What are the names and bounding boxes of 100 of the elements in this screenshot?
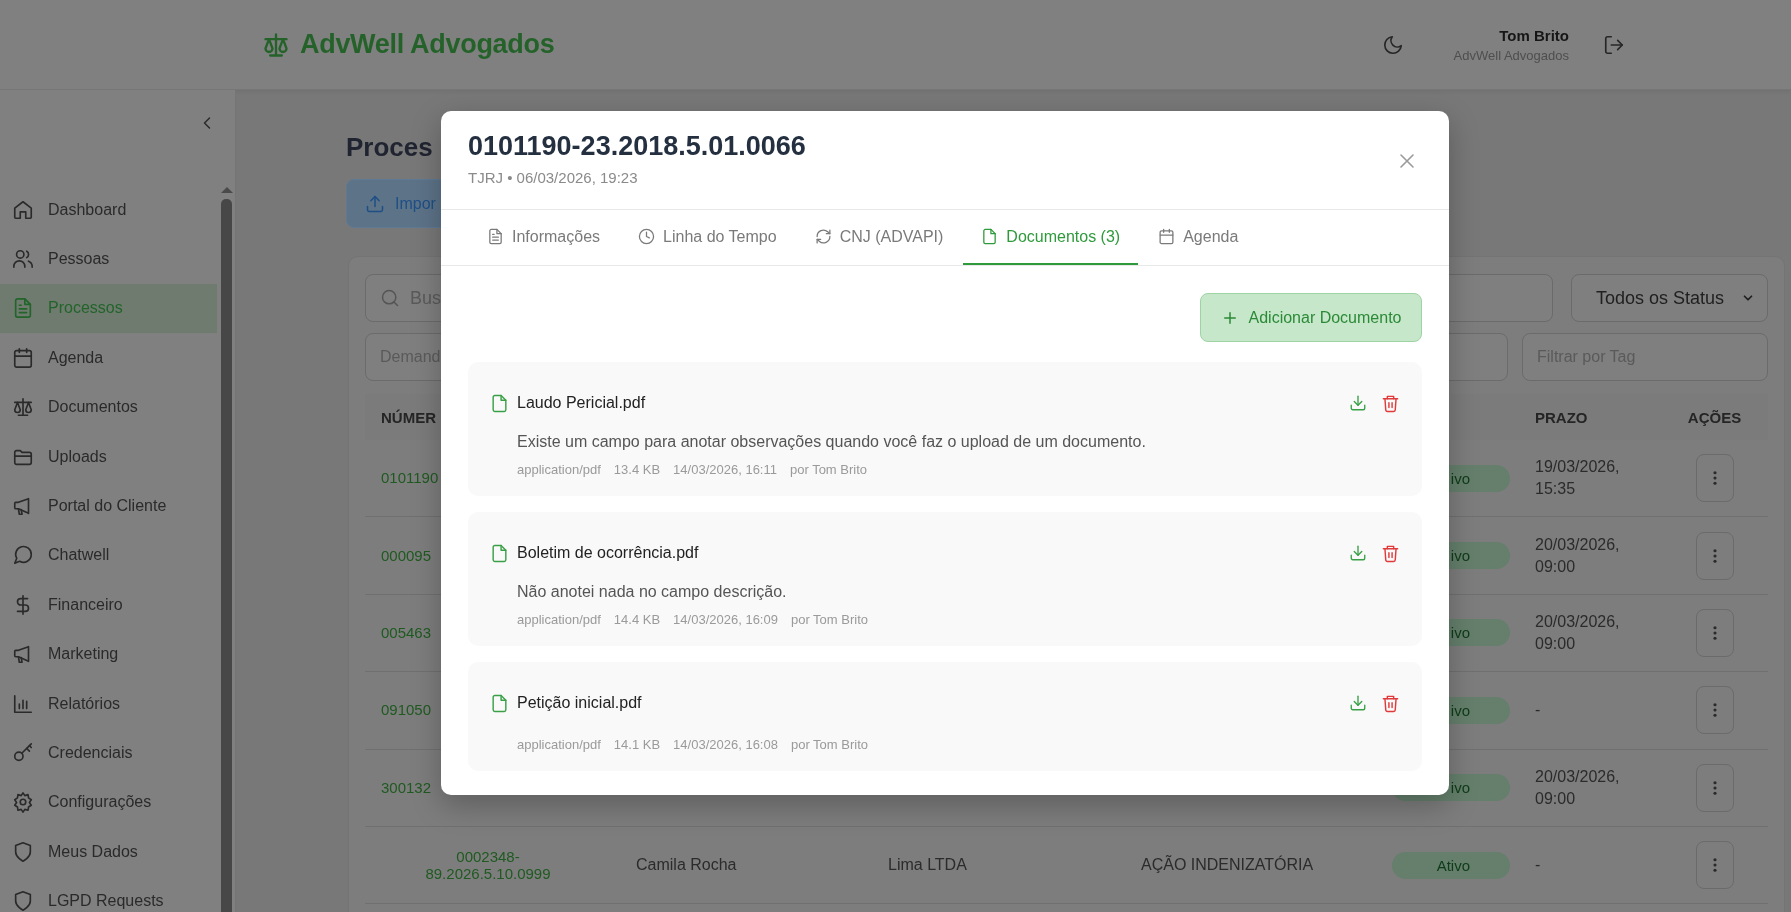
search-icon xyxy=(380,288,400,308)
gear-icon xyxy=(12,791,34,814)
delete-button[interactable] xyxy=(1381,393,1400,413)
document-icon xyxy=(12,297,34,320)
delete-button[interactable] xyxy=(1381,543,1400,563)
sidebar-item[interactable]: Relatórios xyxy=(0,678,217,729)
sidebar-item[interactable]: Dashboard xyxy=(0,185,217,235)
trash-icon xyxy=(1381,693,1400,713)
scrollbar[interactable] xyxy=(221,187,232,912)
column-header: PRAZO xyxy=(1534,408,1589,426)
document-date: 14/03/2026, 16:08 xyxy=(673,736,778,754)
table-cell-text: 19/03/2026, 15:35 xyxy=(1535,457,1621,500)
tab[interactable]: Linha do Tempo xyxy=(620,210,795,265)
logout-icon xyxy=(1603,33,1625,56)
sidebar-item[interactable]: Documentos xyxy=(0,382,217,432)
document-author: por Tom Brito xyxy=(789,461,868,479)
dialog-title: 0101190-23.2018.5.01.0066 xyxy=(468,130,806,163)
table-cell-text: Lima LTDA xyxy=(888,855,968,876)
more-icon xyxy=(1712,471,1717,486)
document-description: Existe um campo para anotar observações quando você faz o upload de um documento. xyxy=(517,432,1147,452)
column-header: NÚMER xyxy=(380,408,437,426)
document-name: Boletim de ocorrência.pdf xyxy=(517,544,700,562)
file-icon xyxy=(490,693,509,713)
file-icon xyxy=(981,228,999,245)
sidebar-item[interactable]: Portal do Cliente xyxy=(0,481,217,531)
tab[interactable]: Agenda xyxy=(1140,210,1257,265)
table-cell-text: 20/03/2026, 09:00 xyxy=(1535,534,1621,577)
upload-icon xyxy=(365,193,385,214)
download-button[interactable] xyxy=(1349,543,1367,563)
download-button[interactable] xyxy=(1349,693,1367,713)
sidebar-item[interactable]: Pessoas xyxy=(0,234,217,284)
table-cell-text: AÇÃO INDENIZATÓRIA xyxy=(1141,854,1315,876)
calendar-icon xyxy=(12,346,34,369)
document-description: Não anotei nada no campo descrição. xyxy=(517,582,788,602)
more-icon xyxy=(1712,858,1717,873)
document-author: por Tom Brito xyxy=(790,611,868,629)
table-cell-text: - xyxy=(1535,700,1542,721)
status-badge: Ativo xyxy=(1392,851,1510,879)
brand-name: AdvWell Advogados xyxy=(300,29,555,60)
table-cell-text: - xyxy=(1535,855,1542,876)
status-select[interactable]: Todos os Status xyxy=(1571,274,1768,322)
more-icon xyxy=(1712,625,1717,640)
sidebar-item[interactable]: Credenciais xyxy=(0,728,217,778)
document-name: Petição inicial.pdf xyxy=(517,694,643,712)
download-icon xyxy=(1349,693,1367,712)
trash-icon xyxy=(1381,393,1400,413)
tab[interactable]: CNJ (ADVAPI) xyxy=(796,210,962,265)
logout-button[interactable] xyxy=(1603,33,1625,56)
delete-button[interactable] xyxy=(1381,693,1400,713)
bar-chart-icon xyxy=(12,692,34,715)
document-icon xyxy=(487,228,504,245)
sidebar-item[interactable]: Agenda xyxy=(0,333,217,383)
more-icon xyxy=(1712,548,1717,563)
sidebar-item[interactable]: Uploads xyxy=(0,431,217,482)
sidebar-item[interactable]: Chatwell xyxy=(0,530,217,581)
document-name: Laudo Pericial.pdf xyxy=(517,394,647,412)
sidebar-item[interactable]: Marketing xyxy=(0,629,217,679)
scale-icon xyxy=(262,30,290,59)
sidebar-item[interactable]: Meus Dados xyxy=(0,827,217,877)
chat-bubble-icon xyxy=(12,544,34,567)
tab[interactable]: Documentos (3) xyxy=(963,210,1139,265)
download-button[interactable] xyxy=(1349,393,1367,413)
document-size: 14.4 KB xyxy=(613,611,661,629)
document-date: 14/03/2026, 16:09 xyxy=(673,611,778,629)
document-date: 14/03/2026, 16:11 xyxy=(673,461,777,479)
trash-icon xyxy=(1381,543,1400,563)
file-icon xyxy=(490,393,509,413)
document-author: por Tom Brito xyxy=(790,736,868,754)
document-size: 13.4 KB xyxy=(613,461,661,479)
file-icon xyxy=(490,543,509,563)
document-type: application/pdf xyxy=(517,461,601,479)
sidebar-item[interactable]: Configurações xyxy=(0,777,217,828)
home-icon xyxy=(12,198,34,221)
shield-icon xyxy=(12,890,34,912)
document-type: application/pdf xyxy=(517,611,601,629)
people-icon xyxy=(12,248,34,271)
page-title: Proces xyxy=(346,132,433,162)
process-number-link[interactable]: 0002348-89.2026.5.10.0999 xyxy=(403,847,573,882)
sidebar-item[interactable]: Financeiro xyxy=(0,580,217,630)
user-name: Tom Brito xyxy=(1499,26,1569,44)
scale-icon xyxy=(12,396,34,419)
sidebar-item[interactable]: LGPD Requests xyxy=(0,876,217,912)
clock-icon xyxy=(638,228,656,245)
download-icon xyxy=(1349,393,1367,412)
more-icon xyxy=(1712,703,1717,718)
table-cell-text: 20/03/2026, 09:00 xyxy=(1535,611,1621,654)
moon-icon xyxy=(1381,33,1404,56)
more-icon xyxy=(1712,780,1717,795)
column-header: AÇÕES xyxy=(1686,408,1743,426)
add-document-button[interactable]: Adicionar Documento xyxy=(1200,293,1422,342)
table-cell-text: Camila Rocha xyxy=(636,855,738,876)
table-cell-text: 20/03/2026, 09:00 xyxy=(1535,766,1621,809)
shield-icon xyxy=(12,840,34,863)
download-icon xyxy=(1349,543,1367,562)
theme-toggle-button[interactable] xyxy=(1381,33,1404,56)
key-icon xyxy=(12,742,34,764)
refresh-icon xyxy=(814,228,832,245)
calendar-icon xyxy=(1158,228,1176,245)
document-size: 14.1 KB xyxy=(613,736,661,754)
document-type: application/pdf xyxy=(517,736,601,754)
